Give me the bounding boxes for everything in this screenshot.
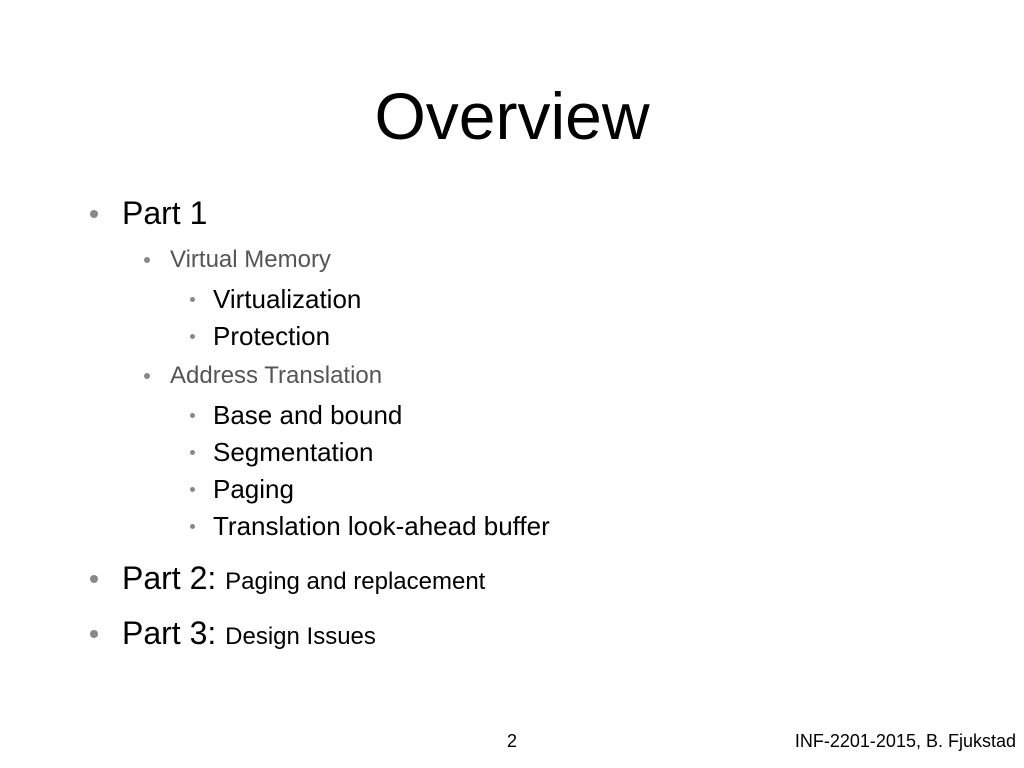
list-item: Part 2: Paging and replacement — [90, 560, 964, 597]
bullet-icon — [90, 210, 98, 218]
subtopic-label: Translation look-ahead buffer — [213, 511, 550, 542]
bullet-icon — [190, 487, 195, 492]
part-name: Part 2: — [122, 560, 216, 596]
list-item: Address Translation Base and bound Segme… — [144, 362, 964, 542]
list-item: Part 1 Virtual Memory Virtualization Pro… — [90, 195, 964, 542]
bullet-icon — [190, 413, 195, 418]
list-item: Part 3: Design Issues — [90, 615, 964, 652]
footer-text: INF-2201-2015, B. Fjukstad — [795, 731, 1016, 752]
list-item: Virtualization — [190, 284, 964, 315]
part-label: Part 2: Paging and replacement — [122, 560, 485, 597]
list-item: Base and bound — [190, 400, 964, 431]
slide-title: Overview — [0, 78, 1024, 154]
list-item: Translation look-ahead buffer — [190, 511, 964, 542]
part-subtitle: Design Issues — [225, 623, 376, 650]
part-name: Part 3: — [122, 615, 216, 651]
subtopic-label: Virtualization — [213, 284, 361, 315]
list-item: Virtual Memory Virtualization Protection — [144, 246, 964, 352]
topic-label: Virtual Memory — [170, 246, 331, 274]
subtopic-label: Segmentation — [213, 437, 373, 468]
part-label: Part 3: Design Issues — [122, 615, 376, 652]
part-label: Part 1 — [122, 195, 207, 232]
subtopic-label: Paging — [213, 474, 294, 505]
list-item: Paging — [190, 474, 964, 505]
bullet-icon — [90, 630, 98, 638]
subtopic-label: Protection — [213, 321, 330, 352]
bullet-icon — [90, 575, 98, 583]
slide: Overview Part 1 Virtual Memory Virtualiz… — [0, 0, 1024, 768]
list-item: Protection — [190, 321, 964, 352]
bullet-icon — [144, 373, 150, 379]
bullet-icon — [190, 524, 195, 529]
part-subtitle: Paging and replacement — [225, 568, 485, 595]
subtopic-label: Base and bound — [213, 400, 402, 431]
bullet-icon — [190, 450, 195, 455]
bullet-icon — [190, 297, 195, 302]
topic-label: Address Translation — [170, 362, 382, 390]
slide-body: Part 1 Virtual Memory Virtualization Pro… — [90, 195, 964, 670]
bullet-icon — [190, 334, 195, 339]
bullet-icon — [144, 257, 150, 263]
list-item: Segmentation — [190, 437, 964, 468]
outline-list: Part 1 Virtual Memory Virtualization Pro… — [90, 195, 964, 652]
